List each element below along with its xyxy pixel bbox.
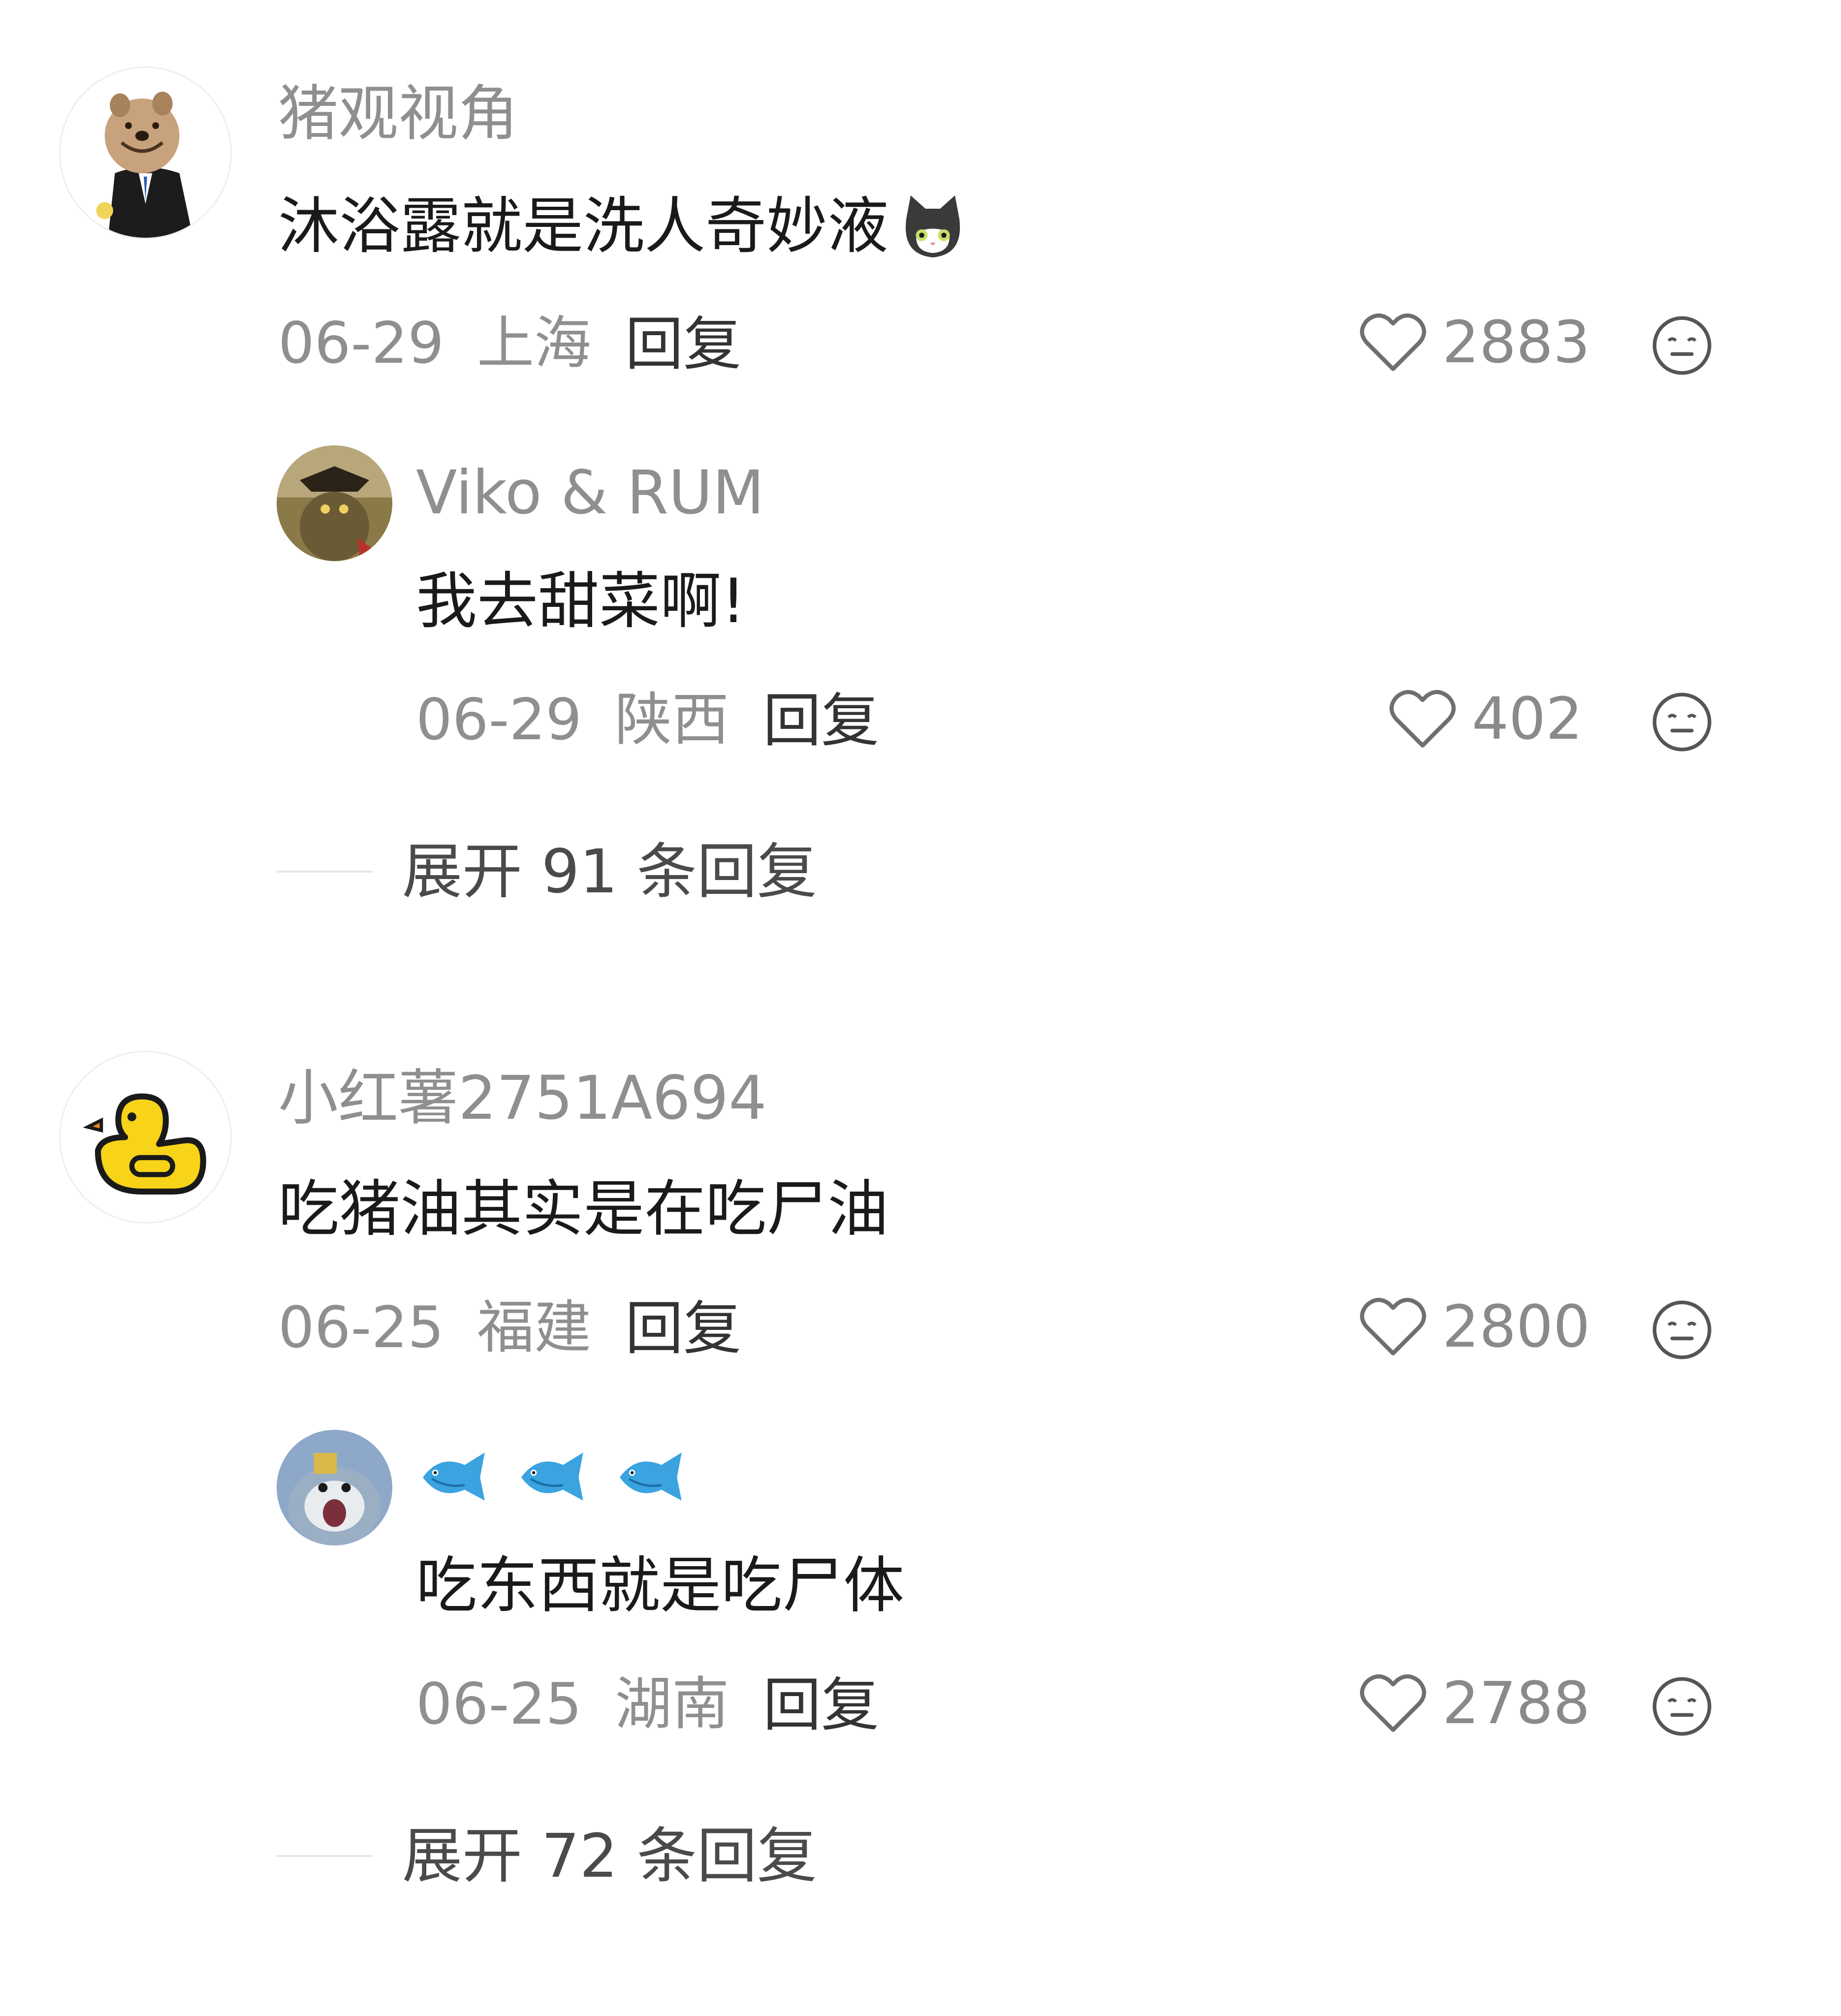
reply-username[interactable] [416,1449,711,1504]
reply-text: 吃东西就是吃尸体 [416,1550,905,1621]
reply-button[interactable]: 回复 [763,692,879,750]
reply-location: 陕西 [614,687,729,753]
like-count: 402 [1472,685,1583,753]
dog-in-suit-avatar-icon [61,68,230,238]
comment-text: 沐浴露就是洗人奇妙液 [278,189,972,263]
reply-location: 湖南 [614,1671,729,1737]
reply-button[interactable]: 回复 [763,1676,879,1734]
comment-location: 福建 [476,1294,591,1361]
expand-replies-button[interactable]: 展开 91 条回复 [277,842,817,902]
neutral-face-icon[interactable] [1651,315,1713,376]
reply-meta: 06-29 陕西 [416,692,729,749]
avatar-commenter-1[interactable] [59,66,232,239]
fish-emoji [620,1452,682,1501]
comment-username[interactable]: 猪观视角 [278,84,518,144]
comment-text: 吃猪油其实是在吃尸油 [278,1174,889,1245]
avatar-replier-2[interactable] [277,1430,392,1545]
comment-username[interactable]: 小红薯2751A694 [278,1068,767,1128]
divider-line [277,1855,373,1857]
comment-meta: 06-29 上海 [278,315,591,372]
heart-outline-icon [1360,1674,1427,1732]
cat-emoji [905,195,960,257]
cartoon-cat-avatar-icon [277,1430,392,1545]
expand-replies-label: 展开 72 条回复 [402,1821,817,1891]
like-count: 2800 [1442,1292,1590,1360]
yellow-duck-avatar-icon [61,1052,230,1222]
reply-username[interactable]: Viko & RUM [416,463,764,523]
reply-meta: 06-25 湖南 [416,1676,729,1733]
comment-meta: 06-25 福建 [278,1299,591,1356]
expand-replies-button[interactable]: 展开 72 条回复 [277,1826,817,1886]
reply-text: 我去甜菜啊! [416,566,746,637]
heart-outline-icon [1389,690,1456,748]
reply-button[interactable]: 回复 [625,1299,741,1357]
reply-date: 06-29 [416,687,582,753]
fish-emoji [423,1452,485,1501]
fish-emoji [521,1452,583,1501]
reply-button[interactable]: 回复 [625,315,741,373]
divider-line [277,871,373,873]
reply-date: 06-25 [416,1671,582,1737]
comment-date: 06-25 [278,1294,444,1361]
expand-replies-label: 展开 91 条回复 [402,837,817,907]
pirate-cat-avatar-icon [277,445,392,561]
neutral-face-icon[interactable] [1651,1676,1713,1737]
like-count: 2788 [1442,1669,1590,1737]
like-button[interactable]: 2788 [1359,1671,1590,1735]
like-count: 2883 [1442,308,1590,376]
heart-outline-icon [1360,1297,1427,1355]
comment-location: 上海 [476,310,591,377]
avatar-replier-1[interactable] [277,445,392,561]
heart-outline-icon [1360,313,1427,371]
neutral-face-icon[interactable] [1651,1299,1713,1360]
comment-text-body: 沐浴露就是洗人奇妙液 [278,191,889,262]
comment-date: 06-29 [278,310,444,377]
like-button[interactable]: 402 [1388,687,1583,751]
avatar-commenter-2[interactable] [59,1051,232,1224]
neutral-face-icon[interactable] [1651,692,1713,753]
like-button[interactable]: 2800 [1359,1294,1590,1358]
like-button[interactable]: 2883 [1359,310,1590,374]
